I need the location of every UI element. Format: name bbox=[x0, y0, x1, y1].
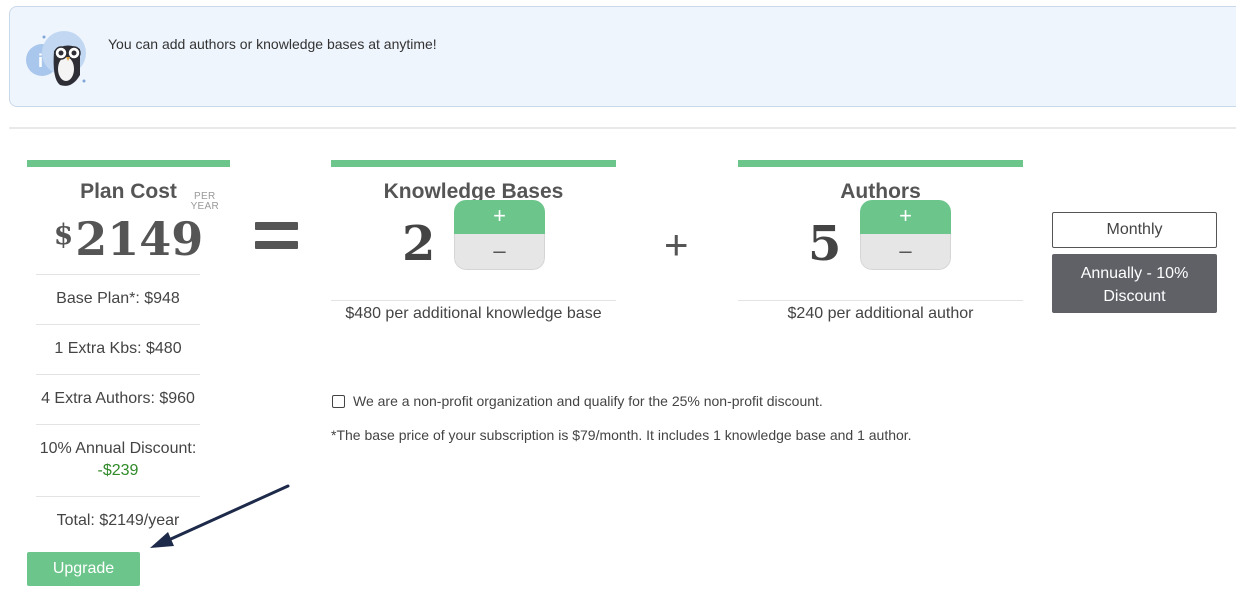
currency-symbol: $ bbox=[53, 218, 74, 251]
base-price-footnote: *The base price of your subscription is … bbox=[331, 427, 912, 443]
discount-label: 10% Annual Discount: bbox=[39, 440, 197, 457]
authors-increment-button[interactable]: + bbox=[860, 200, 951, 234]
per-year-label: PER YEAR bbox=[190, 191, 219, 212]
annual-billing-button[interactable]: Annually - 10% Discount bbox=[1052, 254, 1217, 313]
plan-cost-accent-bar bbox=[27, 160, 230, 167]
base-plan-row: Base Plan*: $948 bbox=[36, 274, 200, 324]
authors-panel: Authors 5 + – $240 per additional author bbox=[738, 160, 1023, 323]
kb-increment-button[interactable]: + bbox=[454, 200, 545, 234]
nonprofit-option[interactable]: We are a non-profit organization and qua… bbox=[332, 393, 823, 409]
banner-message: You can add authors or knowledge bases a… bbox=[108, 36, 437, 52]
extra-authors-row: 4 Extra Authors: $960 bbox=[36, 374, 200, 424]
kb-stepper: + – bbox=[454, 200, 545, 270]
svg-text:i: i bbox=[38, 51, 43, 71]
authors-accent-bar bbox=[738, 160, 1023, 167]
discount-value: -$239 bbox=[97, 462, 139, 479]
plus-sign: + bbox=[664, 221, 689, 268]
equals-sign bbox=[255, 222, 298, 260]
info-banner: i You can add authors or knowledge bases… bbox=[9, 6, 1236, 107]
knowledge-bases-panel: Knowledge Bases 2 + – $480 per additiona… bbox=[331, 160, 616, 323]
upgrade-button[interactable]: Upgrade bbox=[27, 552, 140, 586]
authors-decrement-button[interactable]: – bbox=[860, 234, 951, 270]
extra-kbs-row: 1 Extra Kbs: $480 bbox=[36, 324, 200, 374]
divider bbox=[9, 127, 1236, 129]
kb-decrement-button[interactable]: – bbox=[454, 234, 545, 270]
authors-count: 5 bbox=[808, 216, 842, 272]
monthly-billing-button[interactable]: Monthly bbox=[1052, 212, 1217, 248]
owl-info-icon: i bbox=[26, 31, 86, 86]
kb-count: 2 bbox=[402, 216, 436, 272]
nonprofit-checkbox[interactable] bbox=[332, 394, 345, 408]
authors-price-note: $240 per additional author bbox=[738, 300, 1023, 323]
annotation-arrow-icon bbox=[150, 484, 290, 548]
authors-stepper: + – bbox=[860, 200, 951, 270]
kb-price-note: $480 per additional knowledge base bbox=[331, 300, 616, 323]
kb-accent-bar bbox=[331, 160, 616, 167]
price-value: 2149 bbox=[75, 212, 204, 266]
plan-price: $2149 PER YEAR bbox=[27, 192, 230, 274]
nonprofit-label: We are a non-profit organization and qua… bbox=[353, 393, 823, 409]
